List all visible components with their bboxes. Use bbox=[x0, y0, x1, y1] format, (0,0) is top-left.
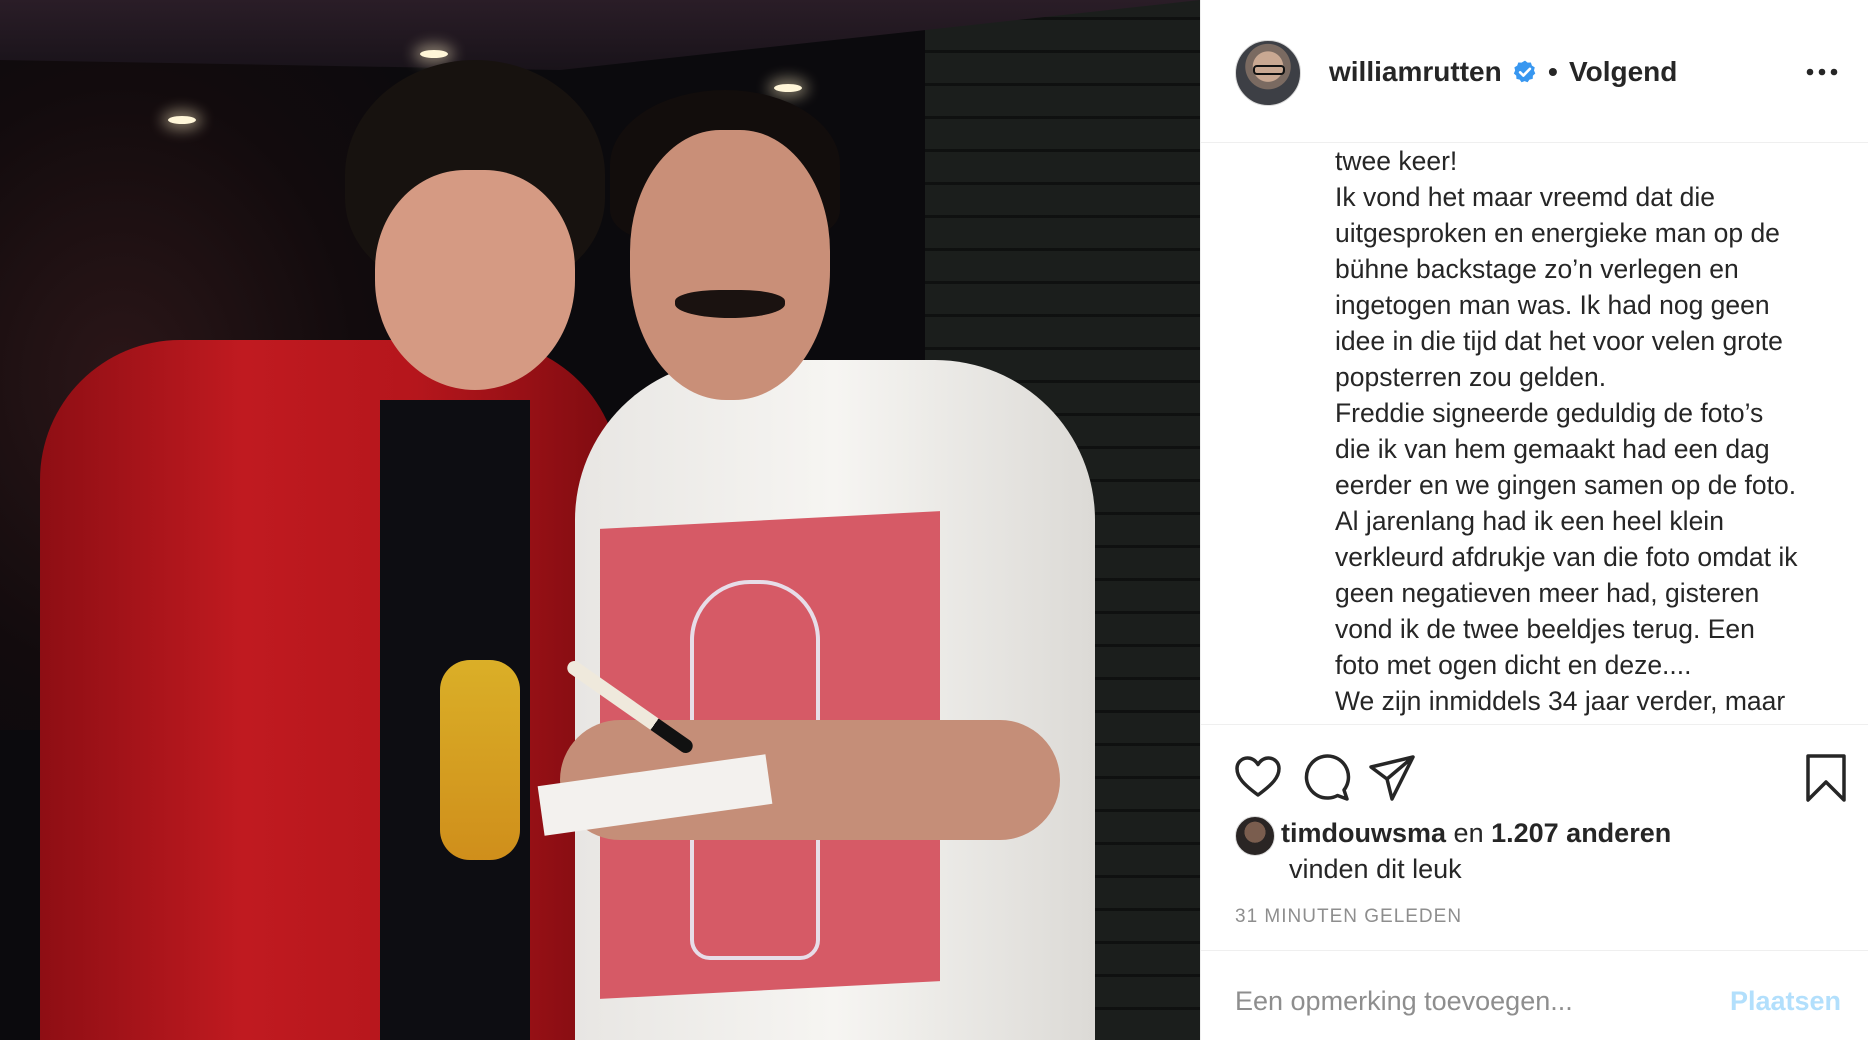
comment-input[interactable] bbox=[1235, 981, 1695, 1021]
ceiling-light bbox=[420, 50, 448, 58]
post-sidebar: williamrutten • Volgend twee keer! Ik von… bbox=[1200, 0, 1868, 1040]
caption-line: geen negatieven meer had, gisteren bbox=[1335, 578, 1760, 608]
ceiling-light bbox=[774, 84, 802, 92]
caption-line: verkleurd afdrukje van die foto omdat ik bbox=[1335, 542, 1798, 572]
caption-line: idee in die tijd dat het voor velen grot… bbox=[1335, 326, 1783, 356]
post-header: williamrutten • Volgend bbox=[1201, 0, 1868, 143]
left-person-shirt-print bbox=[440, 660, 520, 860]
likes-count-link[interactable]: 1.207 anderen bbox=[1491, 818, 1671, 848]
heart-icon[interactable] bbox=[1233, 753, 1283, 803]
left-person-red-jacket bbox=[40, 340, 620, 1040]
verified-badge-icon bbox=[1513, 60, 1536, 83]
caption-line: Al jarenlang had ik een heel klein bbox=[1335, 506, 1724, 536]
liker-username-link[interactable]: timdouwsma bbox=[1281, 818, 1446, 848]
likes-summary: timdouwsma en 1.207 anderen bbox=[1281, 818, 1671, 849]
caption-line: Ik vond het maar vreemd dat die bbox=[1335, 182, 1716, 212]
likes-section: timdouwsma en 1.207 anderen vinden dit l… bbox=[1201, 810, 1868, 890]
post-photo[interactable] bbox=[0, 0, 1200, 1040]
action-bar bbox=[1201, 725, 1868, 815]
comment-icon[interactable] bbox=[1301, 753, 1351, 803]
caption-line: foto met ogen dicht en deze.... bbox=[1335, 650, 1692, 680]
right-person-face bbox=[630, 130, 830, 400]
comment-bar: Plaatsen bbox=[1201, 950, 1868, 1040]
post-comment-button[interactable]: Plaatsen bbox=[1721, 981, 1841, 1021]
likes-connector: en bbox=[1453, 818, 1484, 848]
left-person-face bbox=[375, 170, 575, 390]
caption-line: popsterren zou gelden. bbox=[1335, 362, 1607, 392]
post-caption[interactable]: twee keer! Ik vond het maar vreemd dat di… bbox=[1201, 143, 1868, 725]
username-link[interactable]: williamrutten bbox=[1329, 56, 1502, 88]
caption-line: uitgesproken en energieke man op de bbox=[1335, 218, 1780, 248]
caption-line: Freddie signeerde geduldig de foto’s bbox=[1335, 398, 1764, 428]
liker-avatar[interactable] bbox=[1235, 816, 1275, 856]
caption-line: twee keer! bbox=[1335, 146, 1458, 176]
more-options-icon[interactable] bbox=[1805, 58, 1839, 86]
caption-line: bühne backstage zo’n verlegen en bbox=[1335, 254, 1739, 284]
caption-line: vond ik de twee beeldjes terug. Een bbox=[1335, 614, 1755, 644]
caption-line: eerder en we gingen samen op de foto. bbox=[1335, 470, 1797, 500]
likes-suffix: vinden dit leuk bbox=[1289, 854, 1462, 884]
caption-line: We zijn inmiddels 34 jaar verder, maar bbox=[1335, 686, 1786, 716]
ceiling-light bbox=[168, 116, 196, 124]
avatar-glasses bbox=[1253, 65, 1285, 75]
profile-avatar[interactable] bbox=[1235, 40, 1301, 106]
follow-status-button[interactable]: Volgend bbox=[1569, 56, 1677, 88]
header-separator: • bbox=[1548, 56, 1558, 87]
post-timestamp[interactable]: 31 MINUTEN GELEDEN bbox=[1235, 906, 1462, 928]
right-person-mustache bbox=[675, 290, 785, 318]
caption-line: ingetogen man was. Ik had nog geen bbox=[1335, 290, 1770, 320]
share-icon[interactable] bbox=[1367, 753, 1417, 803]
caption-line: die ik van hem gemaakt had een dag bbox=[1335, 434, 1770, 464]
caption-text: twee keer! Ik vond het maar vreemd dat di… bbox=[1335, 143, 1855, 719]
bookmark-icon[interactable] bbox=[1801, 753, 1851, 803]
